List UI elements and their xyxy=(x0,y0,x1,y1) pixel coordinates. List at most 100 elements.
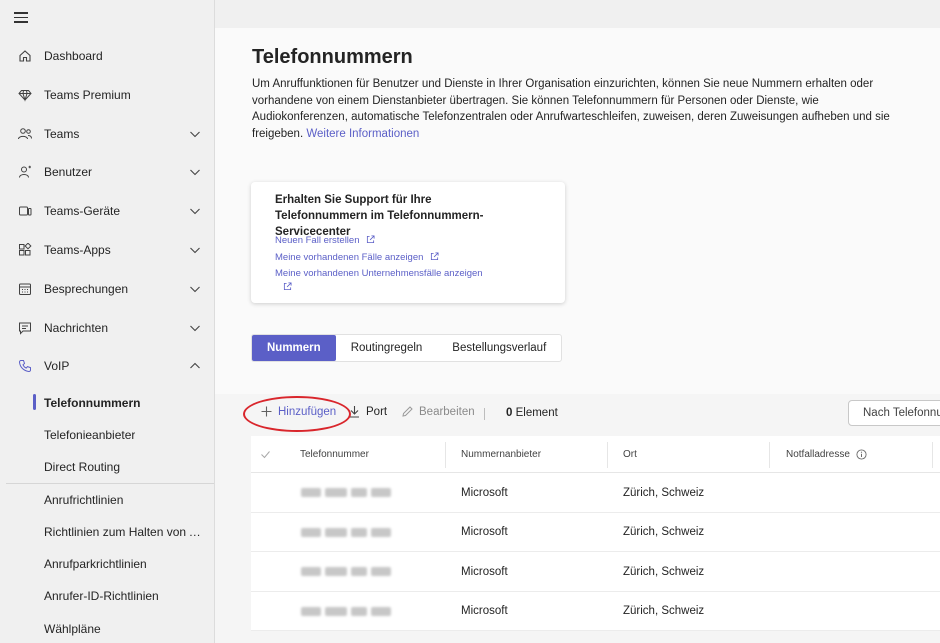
provider-cell: Microsoft xyxy=(461,565,508,578)
port-button-label: Port xyxy=(366,405,388,418)
location-cell: Zürich, Schweiz xyxy=(623,486,705,499)
edit-button-label: Bearbeiten xyxy=(419,405,475,418)
active-indicator xyxy=(33,394,36,410)
more-info-link[interactable]: Weitere Informationen xyxy=(306,128,419,140)
sidebar-subitem-label: Wählpläne xyxy=(44,622,101,636)
phone-number-cell-redacted xyxy=(301,592,391,631)
provider-cell: Microsoft xyxy=(461,486,508,499)
item-count-label: Element xyxy=(515,407,558,419)
sidebar-subitem-label: Richtlinien zum Halten von A... xyxy=(44,525,204,539)
link-label: Meine vorhandenen Unternehmensfälle anze… xyxy=(275,268,483,279)
column-header-telefonnummer[interactable]: Telefonnummer xyxy=(300,436,369,473)
provider-cell: Microsoft xyxy=(461,526,508,538)
sidebar-subitem-anrufparkrichtlinien[interactable]: Anrufparkrichtlinien xyxy=(0,548,214,580)
chevron-down-icon xyxy=(190,247,200,254)
highlight-circle xyxy=(243,396,351,432)
sidebar-subitem-direct-routing[interactable]: Direct Routing xyxy=(0,451,214,483)
table-row[interactable]: Microsoft Zürich, Schweiz xyxy=(251,552,940,592)
column-divider xyxy=(932,442,933,468)
page-description: Um Anruffunktionen für Benutzer und Dien… xyxy=(252,76,892,142)
external-link-icon xyxy=(431,252,439,261)
sidebar-item-dashboard[interactable]: Dashboard xyxy=(0,37,214,75)
sidebar-item-label: Benutzer xyxy=(44,165,93,179)
sidebar-subitem-label: Anrufer-ID-Richtlinien xyxy=(44,589,159,603)
chevron-up-icon xyxy=(190,362,200,369)
toolbar-divider xyxy=(484,408,485,420)
table-row[interactable]: Microsoft Zürich, Schweiz xyxy=(251,473,940,513)
sidebar-item-label: Teams-Apps xyxy=(44,243,111,257)
phone-icon xyxy=(17,358,33,374)
phone-number-cell-redacted xyxy=(301,473,391,512)
sidebar-subitem-telefonnummern[interactable]: Telefonnummern xyxy=(0,387,214,419)
info-icon[interactable] xyxy=(856,449,867,460)
edit-button[interactable]: Bearbeiten xyxy=(401,405,475,418)
sidebar-subitem-label: Telefonnummern xyxy=(44,396,141,410)
provider-cell: Microsoft xyxy=(461,605,508,617)
external-link-icon xyxy=(367,235,375,244)
tab-routingregeln[interactable]: Routingregeln xyxy=(336,335,438,361)
tab-nummern[interactable]: Nummern xyxy=(252,335,336,361)
column-divider xyxy=(769,442,770,468)
sidebar-item-nachrichten[interactable]: Nachrichten xyxy=(0,309,214,347)
column-header-ort[interactable]: Ort xyxy=(623,436,637,473)
tab-bar: Nummern Routingregeln Bestellungsverlauf xyxy=(251,334,563,362)
sidebar-subitem-waehlplaene[interactable]: Wählpläne xyxy=(0,613,214,643)
devices-icon xyxy=(17,203,33,219)
search-placeholder: Nach Telefonnummer suchen xyxy=(863,407,940,419)
existing-cases-link[interactable]: Meine vorhandenen Fälle anzeigen xyxy=(275,252,439,263)
link-label: Neuen Fall erstellen xyxy=(275,235,360,246)
hamburger-menu-icon[interactable] xyxy=(14,10,34,24)
company-cases-link[interactable]: Meine vorhandenen Unternehmensfälle anze… xyxy=(275,268,483,279)
chevron-down-icon xyxy=(190,286,200,293)
sidebar-subitem-telefonieanbieter[interactable]: Telefonieanbieter xyxy=(0,419,214,451)
support-card-title: Erhalten Sie Support für Ihre Telefonnum… xyxy=(275,194,484,238)
table-row[interactable]: Microsoft Zürich, Schweiz xyxy=(251,591,940,631)
port-button[interactable]: Port xyxy=(348,405,387,418)
chevron-down-icon xyxy=(190,131,200,138)
sidebar-subitem-anrufrichtlinien[interactable]: Anrufrichtlinien xyxy=(0,484,214,516)
person-icon xyxy=(17,164,33,180)
sidebar-item-voip[interactable]: VoIP xyxy=(0,347,214,385)
location-cell: Zürich, Schweiz xyxy=(623,565,705,578)
apps-icon xyxy=(17,242,33,258)
sidebar-subitem-label: Direct Routing xyxy=(44,460,121,474)
phone-number-cell-redacted xyxy=(301,552,391,591)
checkmark-icon xyxy=(261,451,270,459)
chevron-down-icon xyxy=(190,169,200,176)
sidebar-item-label: Nachrichten xyxy=(44,321,109,335)
external-link-icon[interactable] xyxy=(283,282,292,291)
column-header-label: Notfalladresse xyxy=(786,449,850,460)
support-card: Erhalten Sie Support für Ihre Telefonnum… xyxy=(251,182,565,303)
sidebar: Dashboard Teams Premium Teams Benutzer T… xyxy=(0,0,215,643)
table-row[interactable]: Microsoft Zürich, Schweiz xyxy=(251,512,940,552)
column-header-notfalladresse[interactable]: Notfalladresse xyxy=(786,436,867,473)
sidebar-item-besprechungen[interactable]: Besprechungen xyxy=(0,270,214,308)
column-header-nummernanbieter[interactable]: Nummernanbieter xyxy=(461,436,541,473)
sidebar-item-teams-premium[interactable]: Teams Premium xyxy=(0,76,214,114)
select-all-checkbox[interactable] xyxy=(260,436,271,473)
sidebar-subitem-label: Telefonieanbieter xyxy=(44,428,136,442)
tab-bestellungsverlauf[interactable]: Bestellungsverlauf xyxy=(437,335,561,361)
search-box[interactable]: Nach Telefonnummer suchen xyxy=(848,400,940,426)
sidebar-item-label: Besprechungen xyxy=(44,282,129,296)
new-case-link[interactable]: Neuen Fall erstellen xyxy=(275,235,375,246)
sidebar-item-label: Teams Premium xyxy=(44,88,131,102)
sidebar-item-teams[interactable]: Teams xyxy=(0,115,214,153)
location-cell: Zürich, Schweiz xyxy=(623,526,705,538)
sidebar-subitem-anrufer-id-richtlinien[interactable]: Anrufer-ID-Richtlinien xyxy=(0,580,214,612)
column-divider xyxy=(607,442,608,468)
column-divider xyxy=(445,442,446,468)
sidebar-item-benutzer[interactable]: Benutzer xyxy=(0,153,214,191)
chevron-down-icon xyxy=(190,208,200,215)
sidebar-subitem-label: Anrufparkrichtlinien xyxy=(44,557,147,571)
sidebar-item-teams-apps[interactable]: Teams-Apps xyxy=(0,231,214,269)
chevron-down-icon xyxy=(190,325,200,332)
home-icon xyxy=(17,48,33,64)
top-band xyxy=(215,0,940,28)
link-label: Meine vorhandenen Fälle anzeigen xyxy=(275,252,424,263)
phone-numbers-table: Telefonnummer Nummernanbieter Ort Notfal… xyxy=(251,436,940,631)
item-count-number: 0 xyxy=(506,407,513,419)
item-count: 0 Element xyxy=(506,407,558,419)
sidebar-item-teams-geraete[interactable]: Teams-Geräte xyxy=(0,192,214,230)
sidebar-subitem-halten-richtlinien[interactable]: Richtlinien zum Halten von A... xyxy=(0,516,214,548)
